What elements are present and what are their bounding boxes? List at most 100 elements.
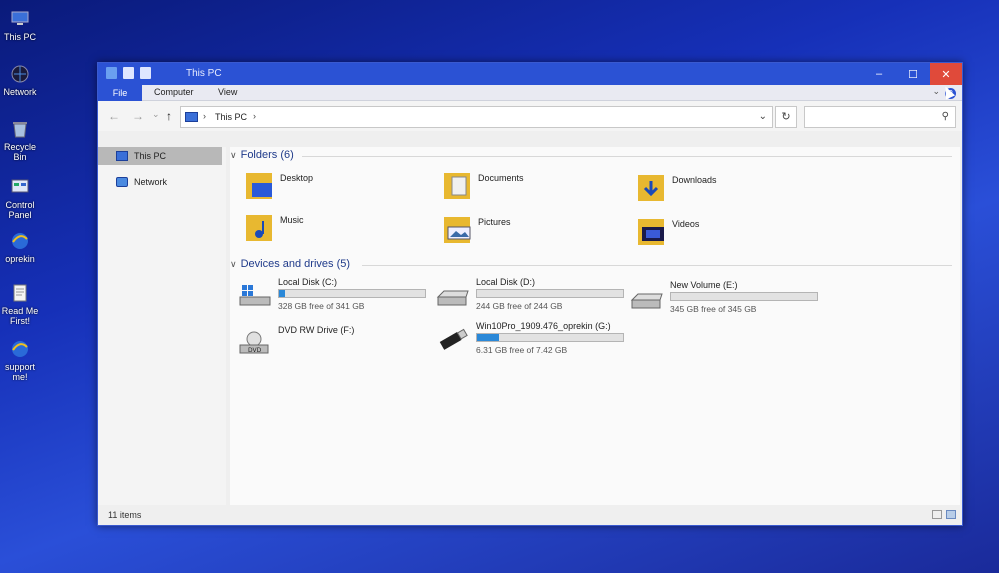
desktop-icon-support-me[interactable]: support me! (0, 338, 40, 382)
folder-desktop[interactable]: Desktop (244, 169, 424, 209)
desktop-icon-label: support me! (4, 362, 36, 382)
folder-videos[interactable]: Videos (636, 215, 816, 255)
breadcrumb-this-pc[interactable]: This PC (215, 112, 247, 122)
internet-explorer-icon (12, 341, 28, 357)
maximize-button[interactable]: ☐ (896, 63, 930, 85)
recycle-bin-icon (13, 122, 27, 138)
videos-folder-icon (638, 219, 664, 245)
drives-section-header[interactable]: ∨ Devices and drives (5) (230, 258, 955, 270)
properties-icon[interactable] (123, 67, 134, 79)
folder-name: Videos (672, 219, 700, 229)
window-controls: – ☐ ✕ (862, 63, 962, 85)
drive-e[interactable]: New Volume (E:) 345 GB free of 345 GB (630, 280, 820, 320)
desktop-icon-network[interactable]: Network (0, 63, 40, 97)
tab-computer[interactable]: Computer (154, 87, 194, 97)
details-view-icon[interactable] (932, 510, 942, 519)
document-icon (13, 284, 27, 302)
folder-pictures[interactable]: Pictures (442, 213, 622, 253)
drive-usage-fill (477, 334, 499, 341)
computer-icon (116, 151, 128, 161)
drive-free-space: 345 GB free of 345 GB (670, 304, 757, 314)
desktop-icon-control-panel[interactable]: Control Panel (0, 176, 40, 220)
internet-explorer-icon (12, 233, 28, 249)
search-icon[interactable]: ⚲ (942, 111, 949, 122)
address-dropdown-icon[interactable]: ⌄ (759, 111, 767, 122)
expand-ribbon-icon[interactable]: ⌄ (932, 86, 940, 97)
folder-documents[interactable]: Documents (442, 169, 622, 209)
drive-name: DVD RW Drive (F:) (278, 325, 355, 335)
window-title: This PC (186, 68, 222, 79)
content-pane: ∨ Folders (6) Desktop Documents Downloads… (230, 147, 960, 507)
drive-usage-fill (279, 290, 285, 297)
ribbon-tabs: File Computer View ⌄ ? (98, 85, 962, 101)
desktop-icon-recycle-bin[interactable]: Recycle Bin (0, 118, 40, 162)
drive-d[interactable]: Local Disk (D:) 244 GB free of 244 GB (436, 277, 626, 317)
divider (302, 156, 952, 157)
recent-locations-icon[interactable]: ⌄ (152, 109, 160, 120)
drive-name: New Volume (E:) (670, 280, 738, 290)
drive-c[interactable]: Local Disk (C:) 328 GB free of 341 GB (238, 277, 428, 317)
forward-arrow-icon[interactable]: → (132, 109, 144, 123)
navigation-bar: ← → ⌄ ↑ › This PC › ⌄ ↻ ⚲ (98, 101, 962, 131)
tab-view[interactable]: View (218, 87, 237, 97)
desktop-folder-icon (246, 173, 272, 199)
drive-usage-bar (476, 333, 624, 342)
chevron-down-icon: ∨ (230, 259, 237, 269)
up-arrow-icon[interactable]: ↑ (166, 109, 172, 123)
desktop-icon-label: oprekin (5, 254, 35, 264)
breadcrumb-separator[interactable]: › (203, 111, 206, 121)
folder-downloads[interactable]: Downloads (636, 171, 816, 211)
drives-header-label: Devices and drives (5) (240, 258, 351, 270)
sidebar-item-this-pc[interactable]: This PC (98, 147, 222, 165)
large-icons-view-icon[interactable] (946, 510, 956, 519)
folders-section-header[interactable]: ∨ Folders (6) (230, 149, 955, 161)
svg-text:DVD: DVD (248, 347, 262, 354)
item-count: 11 items (108, 510, 142, 520)
desktop-icon-label: This PC (3, 32, 36, 42)
sidebar-item-label: Network (134, 177, 168, 187)
dvd-drive-icon: DVD (239, 331, 269, 354)
drive-usage-bar (476, 289, 624, 298)
drive-free-space: 6.31 GB free of 7.42 GB (476, 345, 568, 355)
desktop-icon-read-me[interactable]: Read Me First! (0, 282, 40, 326)
sidebar-item-network[interactable]: Network (98, 173, 226, 191)
status-bar: 11 items (98, 505, 962, 525)
drive-f[interactable]: DVD DVD RW Drive (F:) (238, 325, 428, 365)
drive-name: Local Disk (C:) (278, 277, 338, 287)
search-box[interactable]: ⚲ (804, 106, 956, 128)
music-folder-icon (246, 215, 272, 241)
view-buttons (932, 510, 956, 519)
control-panel-icon (11, 179, 29, 193)
new-folder-icon[interactable] (140, 67, 151, 79)
close-button[interactable]: ✕ (930, 63, 962, 85)
refresh-button[interactable]: ↻ (775, 106, 797, 128)
back-arrow-icon[interactable]: ← (108, 109, 120, 123)
quick-access-toolbar (106, 67, 151, 79)
folder-name: Desktop (280, 173, 314, 183)
window-icon (106, 67, 117, 79)
pictures-folder-icon (444, 217, 471, 243)
minimize-button[interactable]: – (862, 63, 896, 85)
documents-folder-icon (444, 173, 470, 199)
desktop-icon-this-pc[interactable]: This PC (0, 8, 40, 42)
desktop-icon-oprekin[interactable]: oprekin (0, 230, 40, 264)
tab-file[interactable]: File (98, 85, 142, 101)
desktop-icon-label: Recycle Bin (3, 142, 36, 162)
sidebar-item-label: This PC (134, 151, 167, 161)
drive-name: Win10Pro_1909.476_oprekin (G:) (476, 321, 611, 331)
drive-g[interactable]: Win10Pro_1909.476_oprekin (G:) 6.31 GB f… (436, 321, 626, 361)
drive-name: Local Disk (D:) (476, 277, 536, 287)
file-explorer-window: This PC – ☐ ✕ File Computer View ⌄ ? ← →… (97, 62, 963, 526)
drive-usage-bar (670, 292, 818, 301)
title-bar[interactable]: This PC – ☐ ✕ (98, 63, 962, 85)
folder-name: Pictures (478, 217, 511, 227)
divider (362, 265, 952, 266)
desktop-icon-label: Control Panel (5, 200, 35, 220)
network-icon (11, 65, 29, 83)
breadcrumb-separator[interactable]: › (253, 111, 256, 121)
address-bar[interactable]: › This PC › ⌄ (180, 106, 773, 128)
folder-music[interactable]: Music (244, 211, 424, 251)
search-input[interactable] (809, 107, 934, 127)
drive-free-space: 244 GB free of 244 GB (476, 301, 563, 311)
windows-drive-icon (239, 285, 271, 306)
